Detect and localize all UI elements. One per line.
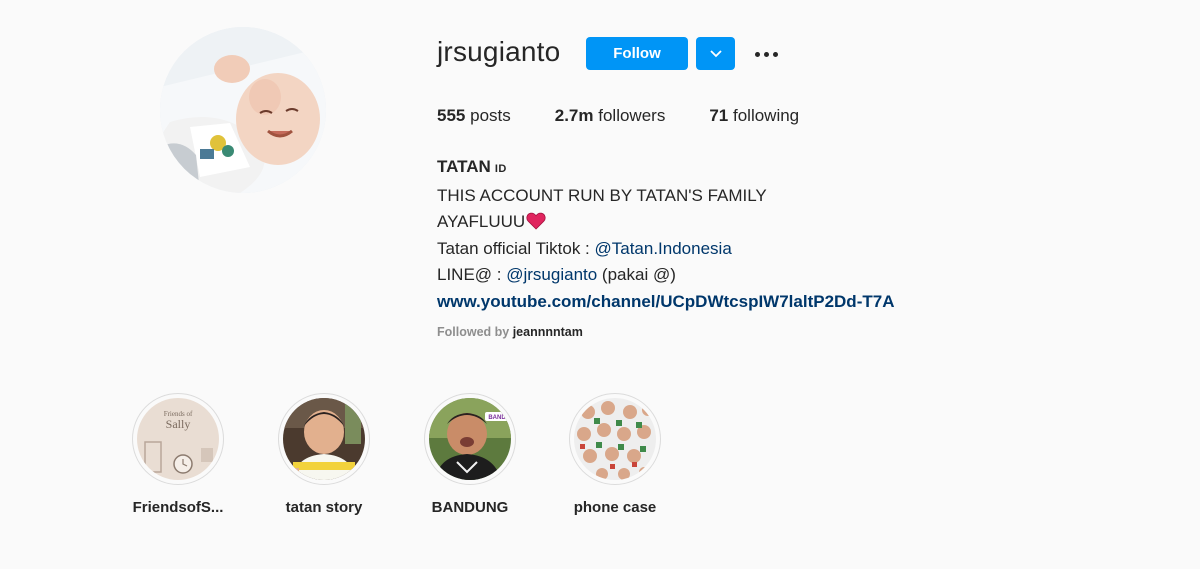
posts-count: 555: [437, 106, 466, 125]
highlight-label: tatan story: [285, 499, 363, 516]
highlight-label: phone case: [573, 499, 657, 516]
highlight-label: BANDUNG: [431, 499, 509, 516]
following-stat[interactable]: 71 following: [709, 106, 799, 126]
profile-username: jrsugianto: [437, 36, 561, 67]
followers-stat[interactable]: 2.7m followers: [555, 106, 666, 126]
posts-label: posts: [470, 106, 511, 125]
bio-line-text: Tatan official Tiktok :: [437, 238, 595, 258]
highlight-cover: BAND: [429, 398, 511, 480]
bio-line-text: LINE@ :: [437, 265, 507, 284]
tiktok-mention-link[interactable]: @Tatan.Indonesia: [594, 239, 731, 258]
line-mention-link[interactable]: @jrsugianto: [506, 265, 597, 284]
followed-by-prefix: Followed by: [437, 325, 513, 339]
bio-name-line: TATAN ID: [437, 154, 894, 183]
followers-count: 2.7m: [554, 106, 594, 125]
bio-line: AYAFLUUU: [437, 209, 894, 236]
story-highlight[interactable]: tatan story: [254, 393, 394, 516]
profile-avatar[interactable]: [160, 27, 326, 193]
avatar-image: [160, 27, 326, 193]
highlight-label: FriendsofS...: [132, 499, 224, 516]
story-highlight[interactable]: Friends of Sally FriendsofS...: [108, 393, 248, 516]
follow-button[interactable]: Follow: [586, 37, 688, 70]
chevron-down-icon: [709, 49, 722, 57]
posts-stat: 555 posts: [437, 106, 511, 126]
category-tag: ID: [494, 163, 507, 175]
following-label: following: [732, 106, 800, 125]
bio-line-text: AYAFLUUU: [437, 212, 526, 231]
more-dot-icon: [754, 51, 760, 57]
story-highlight[interactable]: phone case: [545, 393, 685, 516]
suggested-accounts-dropdown-button[interactable]: [696, 37, 735, 70]
bio-line-text: (pakai @): [597, 265, 676, 284]
display-name: TATAN: [437, 157, 491, 176]
highlight-ring: BAND: [424, 393, 516, 485]
highlight-cover: Friends of Sally: [137, 398, 219, 480]
more-dot-icon: [772, 51, 778, 57]
bio-line: THIS ACCOUNT RUN BY TATAN'S FAMILY: [437, 185, 767, 205]
website-link[interactable]: www.youtube.com/channel/UCpDWtcspIW7lalt…: [437, 289, 894, 316]
more-options-button[interactable]: [750, 40, 782, 68]
more-dot-icon: [763, 51, 769, 57]
followed-by-user: jeannnntam: [512, 325, 583, 339]
red-heart-icon: [526, 212, 546, 230]
highlight-cover: [574, 398, 656, 480]
bio-line: LINE@ : @jrsugianto (pakai @): [437, 262, 894, 289]
bio-line: Tatan official Tiktok : @Tatan.Indonesia: [437, 236, 894, 263]
svg-text:BAND: BAND: [488, 415, 506, 421]
profile-bio: TATAN ID THIS ACCOUNT RUN BY TATAN'S FAMI…: [437, 154, 894, 315]
profile-stats: 555 posts 2.7m followers 71 following: [437, 106, 843, 126]
following-count: 71: [709, 106, 729, 125]
highlight-cover: [283, 398, 365, 480]
followed-by[interactable]: Followed by jeannnntam: [437, 325, 583, 339]
highlight-ring: [278, 393, 370, 485]
story-highlight[interactable]: BAND BANDUNG: [400, 393, 540, 516]
highlight-ring: [569, 393, 661, 485]
highlight-ring: Friends of Sally: [132, 393, 224, 485]
svg-text:Sally: Sally: [166, 417, 191, 431]
followers-label: followers: [598, 106, 666, 125]
